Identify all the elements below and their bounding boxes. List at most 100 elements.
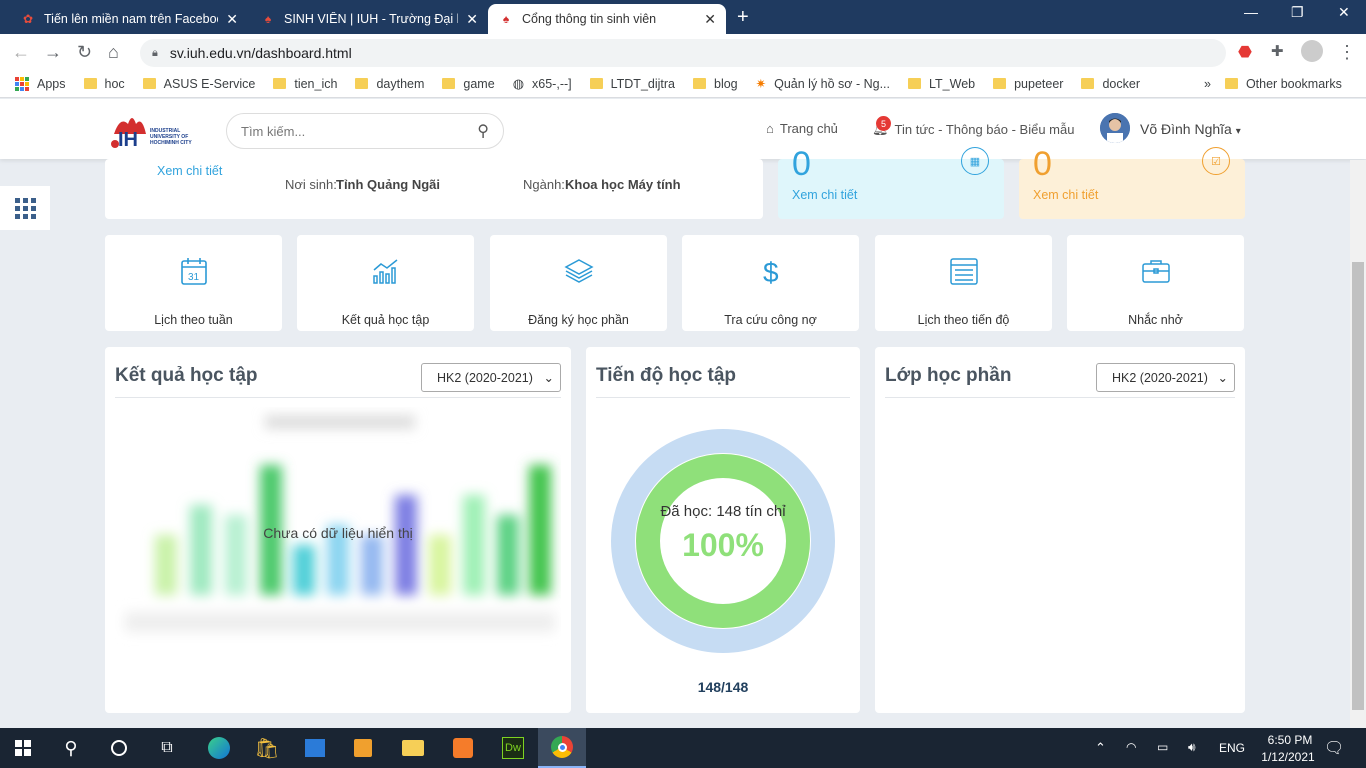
wifi-icon[interactable]: ◠ (1126, 740, 1136, 754)
bookmark-docker[interactable]: docker (1081, 77, 1140, 91)
stat-detail-link[interactable]: Xem chi tiết (1033, 188, 1098, 202)
dreamweaver-icon[interactable]: Dw (490, 728, 536, 768)
shortcut-label: Lịch theo tuần (154, 313, 233, 327)
windows-start-icon[interactable] (0, 728, 46, 768)
bookmark-daythem[interactable]: daythem (355, 77, 424, 91)
results-semester-select[interactable]: HK2 (2020-2021) ⌄ (421, 363, 561, 392)
home-icon[interactable]: ⌂ (108, 42, 119, 63)
cortana-icon[interactable] (96, 728, 142, 768)
lock-icon: 🔒︎ (152, 46, 158, 59)
iuh-logo[interactable]: IH INDUSTRIAL UNIVERSITY OF HOCHIMINH CI… (106, 106, 216, 154)
shortcut-study-results[interactable]: Kết quả học tập (297, 235, 474, 331)
shortcut-course-registration[interactable]: Đăng ký học phần (490, 235, 667, 331)
shortcut-weekly-schedule[interactable]: 31 Lịch theo tuần (105, 235, 282, 331)
video-editor-icon[interactable] (340, 728, 386, 768)
close-tab-icon[interactable]: ✕ (704, 11, 716, 28)
bookmark-other[interactable]: Other bookmarks (1224, 77, 1342, 91)
new-tab-button[interactable]: + (737, 6, 749, 29)
calendar-icon: 31 (180, 258, 207, 285)
extensions-puzzle-icon[interactable]: ✚ (1271, 42, 1284, 60)
more-bookmarks-button[interactable]: » (1204, 77, 1211, 91)
bookmark-quan-ly-ho-so[interactable]: ✷ Quản lý hồ sơ - Ng... (756, 76, 890, 92)
battery-icon[interactable]: ▭ (1157, 740, 1168, 754)
iuh-favicon-icon: ♠ (502, 12, 510, 26)
classes-panel: Lớp học phần HK2 (2020-2021) ⌄ (875, 347, 1245, 713)
chrome-taskbar-icon[interactable] (538, 728, 586, 768)
app-menu-button[interactable] (0, 186, 50, 230)
clock-time[interactable]: 6:50 PM (1260, 733, 1320, 747)
file-explorer-icon[interactable] (390, 728, 436, 768)
svg-text:31: 31 (188, 272, 200, 283)
taskbar-search-icon[interactable]: ⚲ (48, 728, 94, 768)
volume-icon[interactable]: 🔊︎ (1188, 740, 1196, 755)
tab-iuh-sinh-vien[interactable]: ♠ SINH VIÊN | IUH - Trường Đại học ✕ (250, 4, 488, 34)
bookmark-asus[interactable]: ASUS E-Service (142, 76, 256, 91)
edge-browser-icon[interactable] (196, 728, 242, 768)
windows-taskbar: ⚲ ⧉ 🛍︎ Dw ⌃ ◠ ▭ 🔊︎ ENG 6:50 PM 1/12/2021… (0, 728, 1366, 768)
search-icon[interactable]: ⚲ (477, 121, 489, 141)
divider (596, 397, 850, 398)
avatar[interactable] (1100, 113, 1130, 143)
bookmark-ltdt[interactable]: LTDT_dijtra (589, 77, 675, 91)
media-player-icon[interactable] (292, 728, 338, 768)
bookmark-blog[interactable]: blog (693, 77, 738, 91)
forward-icon[interactable]: → (44, 42, 62, 63)
iuh-logo-icon: IH INDUSTRIAL UNIVERSITY OF HOCHIMINH CI… (111, 118, 192, 151)
bookmark-pupeteer[interactable]: pupeteer (993, 77, 1063, 91)
shortcut-label: Kết quả học tập (341, 313, 430, 327)
bookmark-x65[interactable]: ◍ x65-,--] (513, 76, 572, 92)
user-menu[interactable]: Võ Đình Nghĩa ▾ (1140, 121, 1241, 137)
studied-credits-text: Đã học: 148 tín chỉ (660, 503, 786, 520)
chevron-down-icon: ⌄ (1217, 371, 1228, 385)
bookmark-label: x65-,--] (532, 76, 572, 91)
tab-facebook[interactable]: ✿ Tiến lên miền nam trên Facebook ✕ (10, 4, 248, 34)
folder-icon (83, 78, 97, 89)
chrome-menu-icon[interactable]: ⋮ (1338, 42, 1356, 63)
nav-news-link[interactable]: 🔔︎ Tin tức - Thông báo - Biểu mẫu (872, 121, 1074, 137)
back-icon[interactable]: ← (12, 42, 30, 63)
profile-icon[interactable] (1301, 40, 1323, 67)
classes-semester-select[interactable]: HK2 (2020-2021) ⌄ (1096, 363, 1235, 392)
shortcut-debt-lookup[interactable]: $ Tra cứu công nợ (682, 235, 859, 331)
bookmark-label: ASUS E-Service (163, 76, 256, 91)
task-view-icon[interactable]: ⧉ (144, 728, 190, 768)
clock-date[interactable]: 1/12/2021 (1253, 750, 1323, 764)
bookmark-label: daythem (376, 76, 425, 91)
close-tab-icon[interactable]: ✕ (466, 11, 478, 28)
folder-icon (355, 78, 369, 89)
minimize-icon[interactable]: — (1244, 4, 1258, 20)
bookmark-tien-ich[interactable]: tien_ich (273, 77, 337, 91)
bookmark-hoc[interactable]: hoc (83, 77, 125, 91)
maximize-icon[interactable]: ❐ (1291, 4, 1304, 21)
tray-chevron-up-icon[interactable]: ⌃ (1095, 740, 1106, 756)
shortcut-reminders[interactable]: Nhắc nhở (1067, 235, 1244, 331)
scrollbar-thumb[interactable] (1352, 262, 1364, 710)
shortcut-progress-schedule[interactable]: Lịch theo tiến độ (875, 235, 1052, 331)
stat-card-reminders: 0 Xem chi tiết ▦ (778, 145, 1004, 219)
nav-home-link[interactable]: ⌂ Trang chủ (766, 121, 838, 136)
adblock-extension-icon[interactable]: ⬣ (1238, 42, 1252, 62)
bookmark-game[interactable]: game (442, 77, 495, 91)
bookmark-lt-web[interactable]: LT_Web (908, 77, 975, 91)
chart-icon (372, 259, 397, 284)
folder-icon (1224, 78, 1238, 89)
notification-center-icon[interactable]: 🗨︎ (1324, 738, 1344, 758)
close-tab-icon[interactable]: ✕ (226, 11, 238, 28)
schedule-icon (949, 258, 978, 285)
reload-icon[interactable]: ↻ (77, 42, 92, 63)
stat-detail-link[interactable]: Xem chi tiết (792, 188, 857, 202)
address-bar[interactable]: 🔒︎ sv.iuh.edu.vn/dashboard.html (140, 39, 1226, 67)
folder-icon (142, 78, 156, 89)
tab-cong-thong-tin[interactable]: ♠ Cổng thông tin sinh viên ✕ (488, 4, 726, 34)
facebook-game-icon: ✿ (22, 12, 34, 26)
results-panel-title: Kết quả học tập (115, 365, 258, 386)
store-icon[interactable]: 🛍︎ (244, 728, 290, 768)
input-language[interactable]: ENG (1219, 741, 1245, 755)
search-input[interactable]: Tìm kiếm... ⚲ (226, 113, 504, 149)
window-close-icon[interactable]: ✕ (1338, 4, 1350, 21)
profile-detail-link[interactable]: Xem chi tiết (157, 164, 222, 178)
bookmark-apps[interactable]: Apps (15, 76, 66, 91)
svg-text:HOCHIMINH CITY: HOCHIMINH CITY (150, 140, 192, 146)
notification-badge: 5 (876, 116, 891, 131)
xampp-icon[interactable] (440, 728, 486, 768)
